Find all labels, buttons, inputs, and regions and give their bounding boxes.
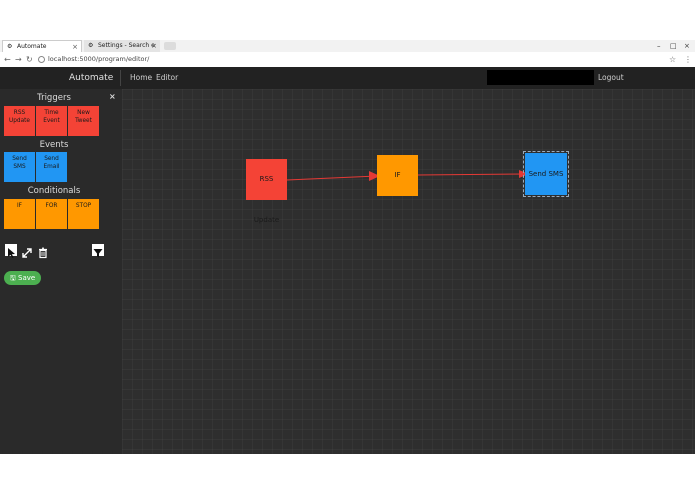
connections-layer (286, 170, 529, 181)
maximize-icon[interactable]: □ (670, 40, 677, 52)
block-new-tweet[interactable]: New Tweet (68, 106, 99, 136)
block-palette-sidebar: × Triggers RSS Update Time Event New Twe… (0, 89, 122, 454)
pointer-tool-icon[interactable] (5, 244, 17, 258)
close-sidebar-icon[interactable]: × (109, 92, 116, 101)
block-send-email[interactable]: Send Email (36, 152, 67, 182)
minimize-icon[interactable]: – (657, 40, 661, 52)
save-button[interactable]: 🖫 Save (4, 271, 41, 285)
save-icon: 🖫 (9, 274, 16, 282)
section-title-conditionals: Conditionals (27, 186, 81, 196)
section-title-triggers: Triggers (37, 93, 71, 103)
editor-canvas[interactable]: RSS Update IF Send SMS (122, 89, 695, 454)
new-tab-button[interactable] (164, 42, 176, 50)
url-field[interactable]: localhost:5000/program/editor/ (38, 54, 658, 65)
close-tab-icon[interactable]: × (151, 40, 157, 52)
browser-tab-bar: ⚙ Automate × ⚙ Settings - Search e × (0, 40, 695, 52)
forward-icon[interactable]: → (15, 52, 22, 67)
connection-rss-to-if[interactable] (286, 175, 378, 181)
block-time-event[interactable]: Time Event (36, 106, 67, 136)
trash-icon[interactable] (37, 244, 49, 259)
block-send-sms[interactable]: Send SMS (4, 152, 35, 182)
connection-if-to-sms[interactable] (417, 173, 526, 176)
nav-editor-link[interactable]: Editor (156, 67, 178, 89)
resize-tool-icon[interactable] (21, 244, 33, 258)
node-rss-update[interactable]: RSS Update (246, 159, 287, 224)
divider (120, 70, 121, 86)
gear-icon: ⚙ (88, 42, 94, 49)
browser-tab-settings[interactable]: ⚙ Settings - Search e × (84, 40, 160, 52)
block-rss-update[interactable]: RSS Update (4, 106, 35, 136)
block-if[interactable]: IF (4, 199, 35, 229)
window-close-icon[interactable]: × (684, 40, 690, 52)
tab-title: Settings - Search e (98, 42, 155, 49)
bookmark-star-icon[interactable]: ☆ (669, 52, 676, 67)
header-black-box[interactable] (487, 70, 594, 85)
save-label: Save (18, 274, 36, 282)
tab-title: Automate (17, 43, 47, 50)
info-icon[interactable] (38, 55, 45, 63)
node-send-sms[interactable]: Send SMS (523, 151, 569, 197)
app-header: Automate Home Editor Logout (0, 67, 695, 89)
back-icon[interactable]: ← (4, 52, 11, 67)
filter-icon[interactable] (92, 244, 104, 258)
brand-title[interactable]: Automate (69, 67, 113, 89)
menu-icon[interactable]: ⋮ (684, 52, 692, 67)
block-for[interactable]: FOR (36, 199, 67, 229)
block-stop[interactable]: STOP (68, 199, 99, 229)
reload-icon[interactable]: ↻ (26, 52, 33, 67)
logout-link[interactable]: Logout (598, 67, 624, 89)
section-title-events: Events (39, 140, 69, 150)
nav-home-link[interactable]: Home (130, 67, 152, 89)
url-text: localhost:5000/program/editor/ (48, 55, 150, 63)
node-if[interactable]: IF (377, 155, 418, 196)
address-bar: ← → ↻ localhost:5000/program/editor/ ☆ ⋮ (0, 52, 695, 68)
gear-icon: ⚙ (7, 43, 13, 50)
browser-tab-automate[interactable]: ⚙ Automate × (2, 40, 82, 52)
